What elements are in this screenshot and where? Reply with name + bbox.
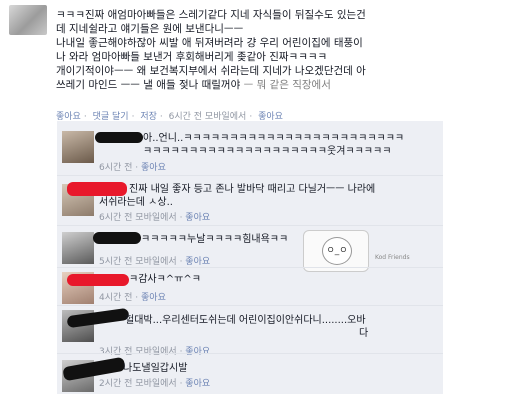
comment: 진짜 내일 좋자 등고 존나 발바닥 때리고 다닐거ㅡㅡ 나라에서쉬라는데 ㅅ상… xyxy=(57,175,443,224)
post-body: ㅋㅋㅋ진짜 애엄마아빠들은 스레기같다 지네 자식들이 뒤질수도 있는건 데 지… xyxy=(56,8,506,92)
comment-timestamp: 6시간 전 xyxy=(99,163,133,173)
comment-meta: 5시간 전 모바일에서 · 좋아요 xyxy=(99,257,211,267)
name-redaction xyxy=(93,232,141,244)
comment-text: ㅋㅋㅋㅋㅋ누날ㅋㅋㅋㅋ힘내욕ㅋㅋ xyxy=(141,233,435,246)
comment-text: ㅋ감사ㅋ^ㅠ^ㅋ xyxy=(129,273,435,286)
comment-timestamp: 5시간 전 모바일에서 xyxy=(99,257,177,267)
comment-meta: 6시간 전 모바일에서 · 좋아요 xyxy=(99,213,211,223)
comment-text-line: 헐대박...우리센터도쉬는데 어린이집이안쉬다니........오바 xyxy=(125,315,366,326)
comment-like-link[interactable]: 좋아요 xyxy=(185,379,210,389)
comment-text-line: 진짜 내일 좋자 등고 존나 발바닥 때리고 다닐거ㅡㅡ 나라에 xyxy=(129,184,376,195)
comment: 아..언니..ㅋㅋㅋㅋㅋㅋㅋㅋㅋㅋㅋㅋㅋㅋㅋㅋㅋㅋㅋㅋㅋㅋㅋㅋ ㅋㅋㅋㅋㅋㅋㅋㅋㅋ… xyxy=(57,127,443,173)
comments-section: 아..언니..ㅋㅋㅋㅋㅋㅋㅋㅋㅋㅋㅋㅋㅋㅋㅋㅋㅋㅋㅋㅋㅋㅋㅋㅋ ㅋㅋㅋㅋㅋㅋㅋㅋㅋ… xyxy=(57,121,443,394)
comment-avatar[interactable] xyxy=(62,131,94,163)
comment-text-line: 다 xyxy=(359,328,369,339)
comment-timestamp: 6시간 전 모바일에서 xyxy=(99,213,177,223)
comment-timestamp: 2시간 전 모바일에서 xyxy=(99,379,177,389)
sticker-caption: Kod Friends xyxy=(375,254,410,261)
post-line: 개이기적이야ㅡㅡ 왜 보건복지부에서 쉬라는데 지네가 나오겠단건데 아 xyxy=(56,65,366,77)
post-line-faded: ㅡ 뭐 같은 직장에서 xyxy=(240,79,331,91)
post-line: 데 지네쉴라고 얘기들은 원에 보낸다니ㅡㅡ xyxy=(56,23,244,35)
post-line-text: 쓰레기 마인드 ㅡㅡ 낼 애들 젖나 때릴꺼야 xyxy=(56,79,241,91)
comment-text-line: 나도낼일갑시발 xyxy=(123,363,188,374)
comment-like-link[interactable]: 좋아요 xyxy=(185,257,210,267)
comment-text-line: ㅋ감사ㅋ^ㅠ^ㅋ xyxy=(129,274,201,285)
poster-avatar[interactable] xyxy=(9,5,47,35)
comment: 헐대박...우리센터도쉬는데 어린이집이안쉬다니........오바 다 3시간 … xyxy=(57,305,443,357)
comment-text-line: ㅋㅋㅋㅋㅋ누날ㅋㅋㅋㅋ힘내욕ㅋㅋ xyxy=(141,234,289,245)
comment-text-line: ㅋㅋㅋㅋㅋㅋㅋㅋㅋㅋㅋㅋㅋㅋㅋㅋㅋㅋㅋㅋ웃겨ㅋㅋㅋㅋㅋ xyxy=(143,146,392,157)
sticker-face-icon: ㅇ_ㅇ xyxy=(322,237,352,265)
comment-text-line: 아..언니..ㅋㅋㅋㅋㅋㅋㅋㅋㅋㅋㅋㅋㅋㅋㅋㅋㅋㅋㅋㅋㅋㅋㅋㅋ xyxy=(143,133,405,144)
comment-text: 헐대박...우리센터도쉬는데 어린이집이안쉬다니........오바다 xyxy=(125,314,435,340)
comment-timestamp: 4시간 전 xyxy=(99,293,133,303)
comment-meta: 2시간 전 모바일에서 · 좋아요 xyxy=(99,379,211,389)
comment-meta: 6시간 전 · 좋아요 xyxy=(99,163,166,173)
comment-like-link[interactable]: 좋아요 xyxy=(185,213,210,223)
name-redaction xyxy=(95,132,143,143)
comment-text: 나도낼일갑시발 xyxy=(123,362,435,375)
comment-text: 진짜 내일 좋자 등고 존나 발바닥 때리고 다닐거ㅡㅡ 나라에서쉬라는데 ㅅ상… xyxy=(99,183,435,209)
comment-text-line: 서쉬라는데 ㅅ상.. xyxy=(99,197,173,208)
post-line: 나내일 좋근해야하잖아 씨발 애 뒤져버려라 걍 우리 어린이집에 태풍이 xyxy=(56,37,363,49)
comment-avatar[interactable] xyxy=(62,232,94,264)
comment: ㅋ감사ㅋ^ㅠ^ㅋ 4시간 전 · 좋아요 xyxy=(57,267,443,308)
name-redaction xyxy=(67,182,127,196)
comment: 나도낼일갑시발 2시간 전 모바일에서 · 좋아요 xyxy=(57,353,443,394)
comment-like-link[interactable]: 좋아요 xyxy=(141,163,166,173)
comment-text: 아..언니..ㅋㅋㅋㅋㅋㅋㅋㅋㅋㅋㅋㅋㅋㅋㅋㅋㅋㅋㅋㅋㅋㅋㅋㅋ ㅋㅋㅋㅋㅋㅋㅋㅋㅋ… xyxy=(143,132,435,158)
sticker-image[interactable]: ㅇ_ㅇ xyxy=(303,230,369,272)
name-redaction xyxy=(67,274,129,286)
comment-meta: 4시간 전 · 좋아요 xyxy=(99,293,166,303)
post-line: 쓰레기 마인드 ㅡㅡ 낼 애들 젖나 때릴꺼야 ㅡ 뭐 같은 직장에서 xyxy=(56,78,506,92)
comment-like-link[interactable]: 좋아요 xyxy=(141,293,166,303)
post-line: 나 와라 엄마아빠들 보낸거 후회해버리게 좆같아 진짜ㅋㅋㅋㅋ xyxy=(56,51,328,63)
post-line: ㅋㅋㅋ진짜 애엄마아빠들은 스레기같다 지네 자식들이 뒤질수도 있는건 xyxy=(56,9,366,21)
